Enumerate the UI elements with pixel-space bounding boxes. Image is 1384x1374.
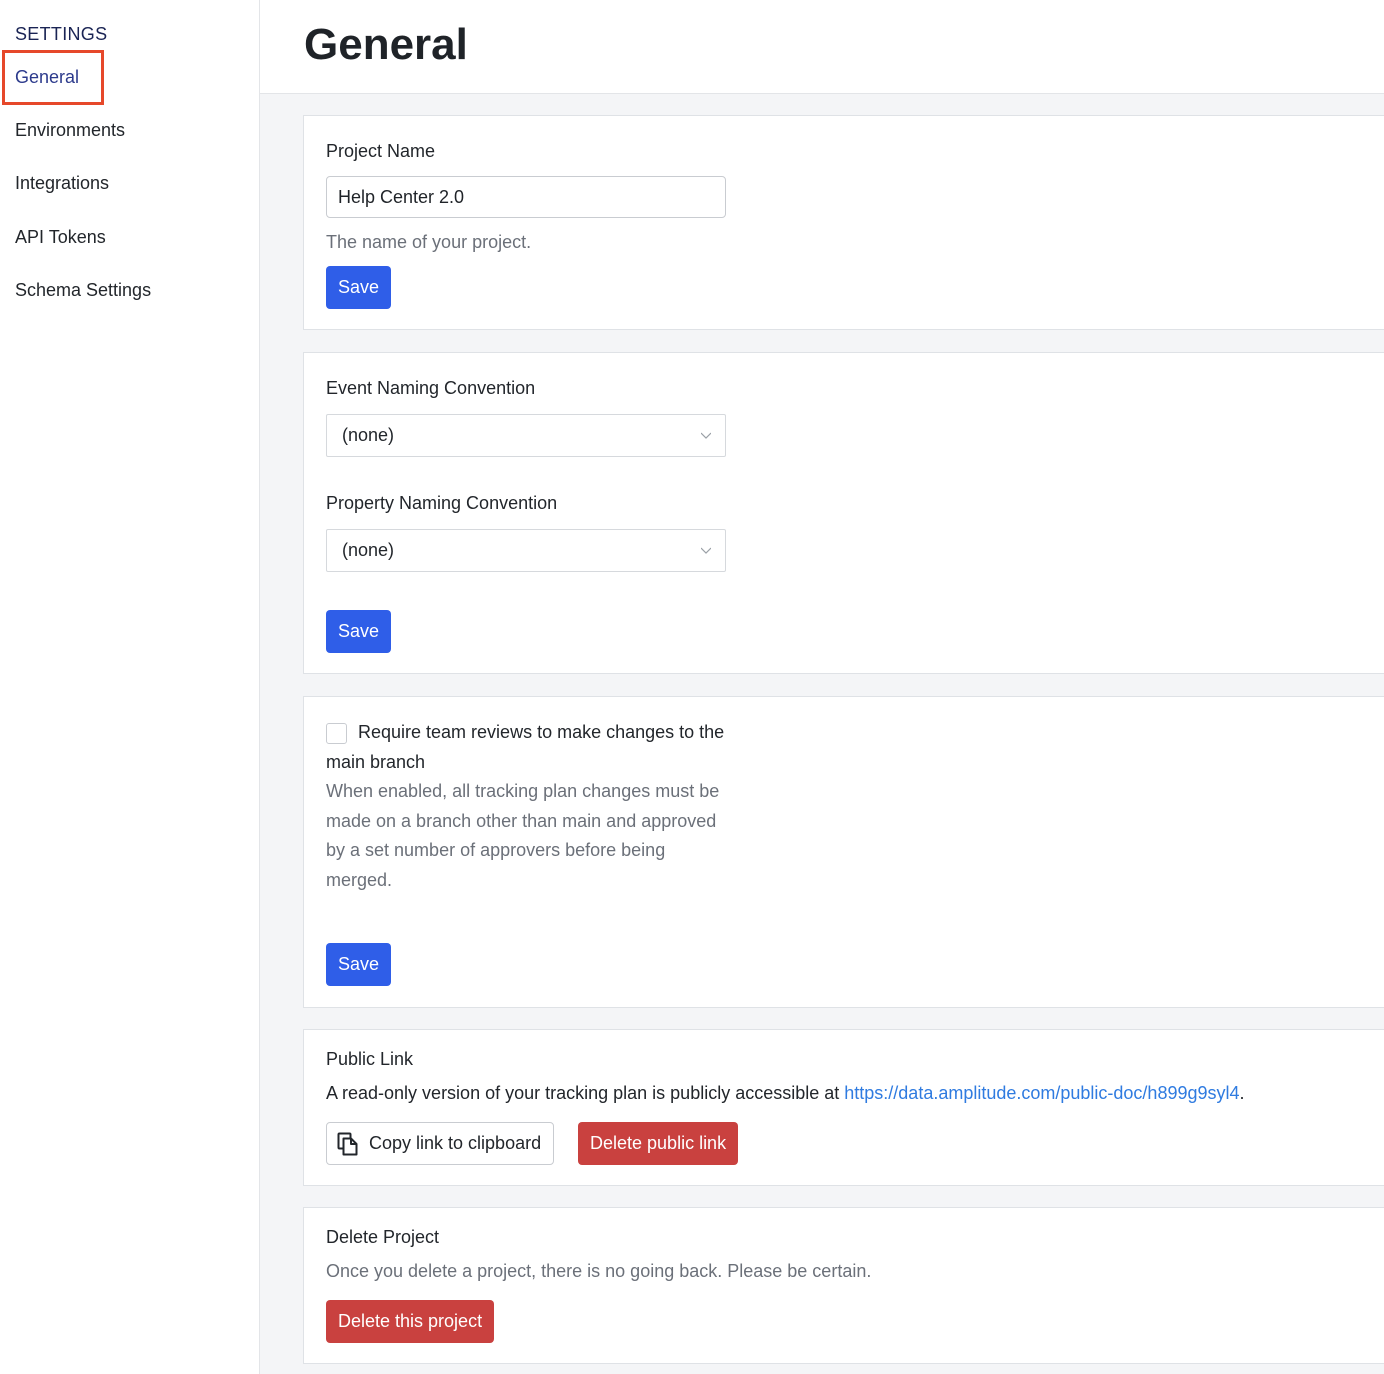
- sidebar-item-schema-settings[interactable]: Schema Settings: [15, 280, 151, 301]
- public-link-desc-suffix: .: [1239, 1083, 1245, 1103]
- page-title: General: [304, 20, 468, 69]
- settings-sidebar: SETTINGS General Environments Integratio…: [0, 0, 260, 1374]
- property-naming-select[interactable]: (none): [326, 529, 726, 572]
- sidebar-item-environments[interactable]: Environments: [15, 120, 125, 141]
- public-link-title: Public Link: [326, 1049, 414, 1069]
- project-name-card: Project Name The name of your project. S…: [303, 115, 1384, 330]
- delete-public-link-button[interactable]: Delete public link: [578, 1122, 739, 1165]
- delete-project-button[interactable]: Delete this project: [326, 1300, 495, 1343]
- require-reviews-help: When enabled, all tracking plan changes …: [326, 781, 720, 890]
- delete-project-title: Delete Project: [326, 1227, 440, 1247]
- chevron-down-icon: [701, 432, 711, 439]
- require-reviews-checkbox[interactable]: [326, 723, 347, 744]
- public-link-url[interactable]: https://data.amplitude.com/public-doc/h8…: [844, 1083, 1239, 1103]
- save-project-name-button[interactable]: Save: [326, 266, 392, 309]
- property-naming-value: (none): [342, 540, 395, 560]
- page-header: General: [260, 0, 1384, 94]
- sidebar-item-integrations[interactable]: Integrations: [15, 173, 109, 194]
- save-reviews-button[interactable]: Save: [326, 943, 392, 986]
- project-name-label: Project Name: [326, 141, 436, 161]
- require-reviews-label: Require team reviews to make changes to …: [326, 722, 725, 772]
- property-naming-label: Property Naming Convention: [326, 493, 558, 513]
- public-link-desc-prefix: A read-only version of your tracking pla…: [326, 1083, 845, 1103]
- app-root: SETTINGS General Environments Integratio…: [0, 0, 1384, 1374]
- event-naming-label: Event Naming Convention: [326, 378, 536, 398]
- copy-link-button[interactable]: Copy link to clipboard: [326, 1122, 555, 1165]
- naming-convention-card: Event Naming Convention (none) Property …: [303, 352, 1384, 674]
- delete-project-description: Once you delete a project, there is no g…: [326, 1261, 872, 1281]
- project-name-help: The name of your project.: [326, 232, 532, 252]
- main-content: General Project Name The name of your pr…: [260, 0, 1384, 1374]
- project-name-input[interactable]: [326, 176, 726, 218]
- public-link-description: A read-only version of your tracking pla…: [326, 1083, 1245, 1104]
- event-naming-select[interactable]: (none): [326, 414, 726, 457]
- public-link-card: Public Link A read-only version of your …: [303, 1029, 1384, 1186]
- save-naming-button[interactable]: Save: [326, 610, 392, 653]
- copy-link-label: Copy link to clipboard: [369, 1133, 542, 1153]
- event-naming-value: (none): [342, 425, 395, 445]
- team-reviews-card: Require team reviews to make changes to …: [303, 696, 1384, 1008]
- sidebar-heading: SETTINGS: [15, 24, 108, 44]
- copy-icon: [337, 1132, 358, 1155]
- delete-project-card: Delete Project Once you delete a project…: [303, 1207, 1384, 1364]
- sidebar-item-api-tokens[interactable]: API Tokens: [15, 227, 106, 248]
- sidebar-item-general[interactable]: General: [15, 67, 79, 88]
- chevron-down-icon: [701, 547, 711, 554]
